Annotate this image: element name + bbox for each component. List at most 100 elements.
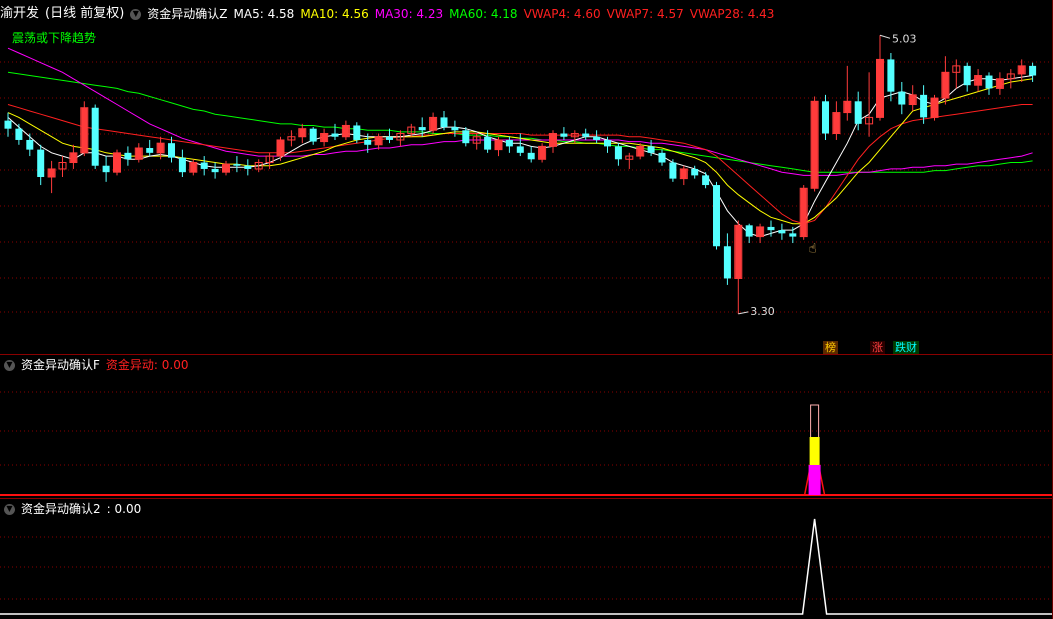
candle-body-up-fill — [811, 101, 818, 189]
candle-body-down — [440, 117, 448, 128]
low-label: 3.30 — [750, 305, 775, 318]
candle-body-up-fill — [190, 162, 197, 173]
pointer-hand-icon: ☝ — [809, 242, 817, 257]
candle-body-down — [418, 127, 426, 131]
candle-body-down — [789, 233, 797, 237]
candle-body-down — [560, 133, 568, 137]
candle-body-down — [713, 185, 720, 247]
candle-body-down — [658, 152, 666, 163]
candle-body-down — [593, 136, 601, 140]
candle-body-down — [702, 175, 710, 186]
candle-body-up-fill — [70, 152, 77, 163]
candle-body-up-fill — [550, 133, 556, 147]
candle-body-up-fill — [844, 101, 851, 113]
candle-body-down — [614, 146, 622, 160]
main-chart-panel[interactable]: 渝开发 (日线 前复权) ▼ 资金异动确认Z MA5: 4.58 MA10: 4… — [0, 0, 1053, 355]
candle-body-down — [985, 75, 993, 89]
badge-diecai[interactable]: 跌财 — [893, 341, 919, 355]
candle-body-down — [102, 165, 110, 173]
candle-body-down — [887, 59, 895, 92]
candle-body-down — [309, 128, 317, 142]
candle-body-down — [331, 133, 339, 137]
candle-body-up-fill — [430, 117, 437, 131]
signal-spike-line — [0, 518, 1053, 615]
low-marker — [738, 311, 749, 315]
candle-body-down — [516, 146, 524, 153]
candle-body-up-fill — [996, 78, 1003, 89]
candle-body-up-fill — [637, 146, 644, 157]
candle-body-down — [244, 165, 252, 169]
candle-body-up-fill — [81, 107, 88, 153]
candle-body-down — [854, 101, 862, 124]
candle-body-down — [963, 65, 971, 86]
candle-body-down — [26, 139, 34, 150]
badge-zhang[interactable]: 涨 — [870, 341, 885, 355]
candle-body-down — [1029, 65, 1037, 76]
candle-body-up-fill — [877, 59, 883, 118]
candle-body-down — [451, 127, 459, 131]
candle-body-down — [4, 120, 12, 129]
candle-body-up-fill — [680, 168, 687, 179]
candle-body-up-fill — [757, 226, 764, 237]
candle-body-down — [146, 148, 154, 153]
candle-body-up-fill — [277, 139, 284, 157]
candle-body-down — [745, 225, 753, 237]
candle-body-up-fill — [931, 98, 938, 118]
candle-body-down — [582, 133, 590, 137]
candle-body-up-fill — [114, 152, 120, 173]
candle-body-up-fill — [375, 136, 382, 145]
candle-body-up-fill — [299, 128, 306, 137]
candlestick-chart[interactable]: 5.03 3.30 ☝ — [0, 0, 1053, 354]
candle-body-down — [178, 157, 186, 173]
candle-body-down — [364, 139, 372, 145]
candle-body-down — [353, 125, 361, 140]
candle-body-down — [91, 107, 99, 166]
fund-signal-panel-f[interactable]: ▼ 资金异动确认F 资金异动: 0.00 — [0, 355, 1053, 498]
candle-body-down — [233, 164, 241, 166]
candle-body-down — [386, 136, 393, 140]
candle-body-up-fill — [539, 146, 546, 160]
candle-body-down — [168, 143, 175, 158]
candle-body-down — [484, 136, 492, 150]
candle-body-down — [822, 101, 829, 134]
candle-body-down — [723, 246, 731, 279]
fund-signal-chart-f[interactable] — [0, 355, 1053, 498]
candle-body-up-fill — [909, 94, 916, 105]
candle-body-down — [778, 230, 786, 234]
candle-body-down — [37, 149, 45, 177]
candle-body-up-fill — [495, 139, 502, 150]
signal-yellow-bar — [809, 437, 820, 465]
candle-body-up-fill — [342, 125, 349, 137]
candle-body-down — [462, 130, 470, 144]
badge-bang[interactable]: 榜 — [823, 341, 838, 355]
candle-body-up-fill — [48, 168, 55, 177]
candle-body-down — [211, 168, 219, 173]
candle-body-up-fill — [1018, 65, 1025, 74]
candle-body-up-fill — [135, 148, 142, 160]
candle-body-up-fill — [800, 188, 807, 237]
candle-body-down — [691, 168, 699, 176]
candle-body-down — [124, 152, 132, 160]
fund-signal-chart-2[interactable] — [0, 499, 1053, 619]
candle-body-up-fill — [223, 164, 229, 173]
high-label: 5.03 — [892, 32, 917, 45]
candle-body-up-fill — [157, 143, 164, 153]
candle-body-up-fill — [321, 133, 328, 142]
candle-body-down — [647, 146, 655, 153]
candle-body-down — [15, 128, 23, 140]
candle-body-down — [505, 139, 513, 147]
candle-body-down — [604, 139, 611, 147]
candle-body-up-fill — [975, 75, 982, 86]
candle-body-up-fill — [735, 225, 742, 279]
candle-body-down — [920, 94, 928, 118]
candle-body-down — [898, 91, 906, 105]
candle-body-down — [669, 162, 677, 179]
candle-body-up-fill — [942, 72, 949, 99]
candle-body-down — [527, 152, 535, 160]
high-marker — [879, 34, 891, 39]
fund-signal-panel-2[interactable]: ▼ 资金异动确认2 : 0.00 — [0, 499, 1053, 619]
candle-body-down — [767, 226, 775, 231]
candle-body-down — [200, 162, 208, 169]
candle-body-up-fill — [833, 112, 840, 134]
signal-magenta-bar — [808, 465, 821, 495]
